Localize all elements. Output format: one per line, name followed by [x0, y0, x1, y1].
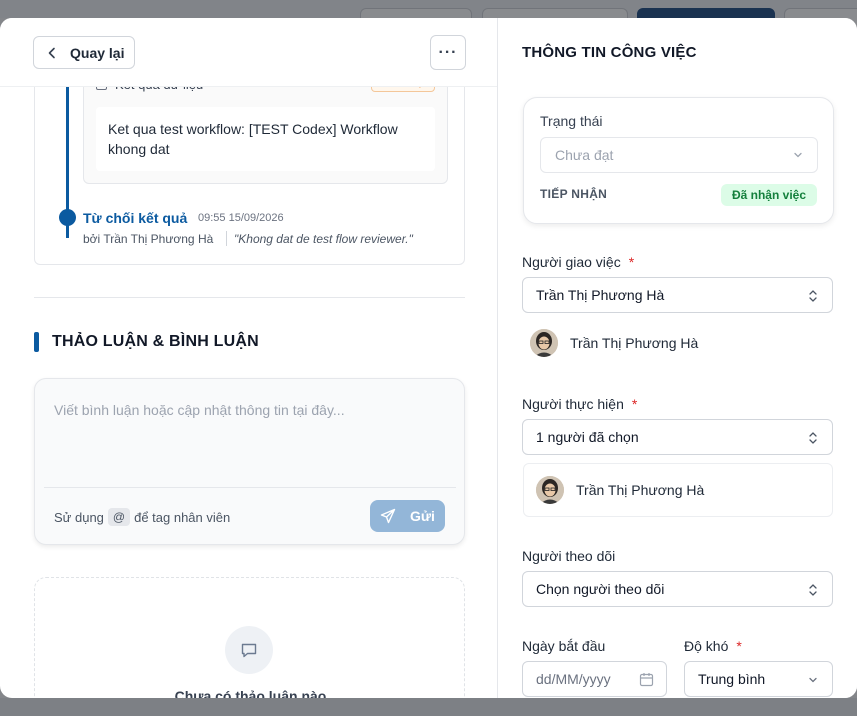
- task-info-title: THÔNG TIN CÔNG VIỆC: [522, 44, 697, 61]
- timeline-event-author: bởi Trần Thị Phương Hà: [83, 232, 214, 246]
- updown-icon: [809, 432, 817, 444]
- start-date-placeholder: dd/MM/yyyy: [536, 671, 611, 687]
- assignee-label: Người thực hiện *: [522, 396, 637, 412]
- avatar: [530, 329, 558, 357]
- back-button-label: Quay lại: [70, 44, 125, 61]
- hint-text-before: Sử dụng: [54, 509, 104, 525]
- follower-label: Người theo dõi: [522, 548, 616, 564]
- send-icon: [380, 508, 396, 524]
- assignee-person-name: Trần Thị Phương Hà: [576, 482, 705, 498]
- comment-input[interactable]: Viết bình luận hoặc cập nhật thông tin t…: [54, 402, 345, 418]
- timeline-dot: [59, 209, 76, 226]
- assigner-label: Người giao việc *: [522, 254, 634, 270]
- empty-discussion-text: Chưa có thảo luận nào: [174, 688, 327, 698]
- send-button-label: Gửi: [410, 508, 435, 524]
- difficulty-select[interactable]: Trung bình: [684, 661, 833, 697]
- status-card: Trạng thái Chưa đạt TIẾP NHẬN Đã nhận vi…: [523, 97, 834, 224]
- section-divider: [34, 297, 465, 298]
- required-marker: *: [736, 638, 742, 654]
- task-detail-modal: Kết quả dữ liệu Chưa đạt Ket qua test wo…: [0, 18, 857, 698]
- calendar-icon: [639, 673, 654, 687]
- chevron-down-icon: [794, 152, 802, 158]
- chat-bubble-icon: [225, 626, 273, 674]
- comment-divider: [44, 487, 456, 488]
- back-button[interactable]: Quay lại: [33, 36, 135, 69]
- discussion-title: THẢO LUẬN & BÌNH LUẬN: [52, 333, 259, 350]
- required-marker: *: [631, 396, 638, 412]
- updown-icon: [809, 290, 817, 302]
- timeline-event-note: "Khong dat de test flow reviewer.": [234, 232, 413, 246]
- assigner-person: Trần Thị Phương Hà: [530, 323, 698, 363]
- timeline-event-title: Từ chối kết quả: [83, 210, 188, 226]
- section-accent-bar: [34, 332, 39, 352]
- follower-select-value: Chọn người theo dõi: [536, 581, 665, 597]
- left-header: Quay lại ···: [0, 18, 497, 87]
- status-select-value: Chưa đạt: [555, 147, 614, 163]
- empty-discussion: Chưa có thảo luận nào: [34, 577, 465, 698]
- chevron-down-icon: [809, 677, 817, 683]
- receive-status-badge: Đã nhận việc: [720, 184, 817, 206]
- assigner-select-value: Trần Thị Phương Hà: [536, 287, 665, 303]
- difficulty-label-text: Độ khó: [684, 638, 729, 654]
- start-date-label: Ngày bắt đầu: [522, 638, 606, 654]
- avatar: [536, 476, 564, 504]
- left-pane: Kết quả dữ liệu Chưa đạt Ket qua test wo…: [0, 18, 498, 698]
- assigner-select[interactable]: Trần Thị Phương Hà: [522, 277, 833, 313]
- assignee-label-text: Người thực hiện: [522, 396, 624, 412]
- comment-box: Viết bình luận hoặc cập nhật thông tin t…: [34, 378, 465, 545]
- right-pane: THÔNG TIN CÔNG VIỆC Trạng thái Chưa đạt …: [499, 18, 857, 698]
- assignee-select[interactable]: 1 người đã chọn: [522, 419, 833, 455]
- timeline-event-time: 09:55 15/09/2026: [198, 212, 284, 224]
- comment-hint: Sử dụng @ để tag nhân viên: [54, 508, 230, 526]
- chevron-left-icon: [48, 47, 55, 58]
- more-icon: ···: [438, 43, 458, 61]
- more-options-button[interactable]: ···: [430, 35, 466, 70]
- assignee-select-value: 1 người đã chọn: [536, 429, 639, 445]
- status-label: Trạng thái: [540, 113, 603, 129]
- difficulty-label: Độ khó *: [684, 638, 742, 654]
- receive-label: TIẾP NHẬN: [540, 187, 608, 201]
- hint-text-after: để tag nhân viên: [134, 509, 231, 525]
- status-select[interactable]: Chưa đạt: [540, 137, 818, 173]
- start-date-input[interactable]: dd/MM/yyyy: [522, 661, 667, 697]
- updown-icon: [809, 584, 817, 596]
- at-mention-chip: @: [107, 508, 131, 526]
- assignee-person: Trần Thị Phương Hà: [523, 463, 833, 517]
- follower-select[interactable]: Chọn người theo dõi: [522, 571, 833, 607]
- assigner-label-text: Người giao việc: [522, 254, 621, 270]
- assigner-person-name: Trần Thị Phương Hà: [570, 335, 699, 351]
- required-marker: *: [628, 254, 635, 270]
- result-body: Ket qua test workflow: [TEST Codex] Work…: [96, 107, 435, 171]
- difficulty-select-value: Trung bình: [698, 671, 766, 687]
- timeline-separator: [226, 231, 227, 246]
- send-comment-button[interactable]: Gửi: [370, 500, 445, 532]
